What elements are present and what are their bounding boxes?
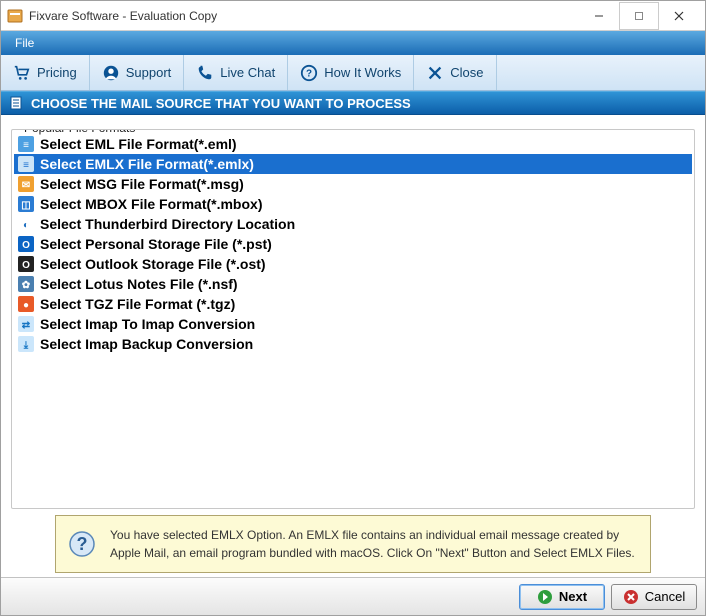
svg-text:O: O bbox=[22, 260, 30, 271]
toolbar-support-label: Support bbox=[126, 65, 172, 80]
window-title: Fixvare Software - Evaluation Copy bbox=[29, 9, 579, 23]
file-mbox-icon: ◫ bbox=[18, 196, 34, 212]
file-emlx-icon: ≡ bbox=[18, 156, 34, 172]
file-format-item-label: Select TGZ File Format (*.tgz) bbox=[40, 296, 235, 312]
svg-text:✉: ✉ bbox=[22, 180, 30, 191]
file-format-item-label: Select Outlook Storage File (*.ost) bbox=[40, 256, 266, 272]
file-format-item-label: Select Lotus Notes File (*.nsf) bbox=[40, 276, 238, 292]
tgz-icon: ● bbox=[18, 296, 34, 312]
phone-icon bbox=[196, 64, 214, 82]
minimize-button[interactable] bbox=[579, 2, 619, 30]
file-msg-icon: ✉ bbox=[18, 176, 34, 192]
file-format-item-label: Select Thunderbird Directory Location bbox=[40, 216, 295, 232]
title-bar: Fixvare Software - Evaluation Copy bbox=[1, 1, 705, 31]
file-format-item[interactable]: O Select Personal Storage File (*.pst) bbox=[14, 234, 692, 254]
cancel-button[interactable]: Cancel bbox=[611, 584, 697, 610]
toolbar-pricing-label: Pricing bbox=[37, 65, 77, 80]
outlook-pst-icon: O bbox=[18, 236, 34, 252]
svg-text:≡: ≡ bbox=[23, 160, 29, 171]
menu-bar: File bbox=[1, 31, 705, 55]
svg-text:◐: ◐ bbox=[23, 220, 29, 231]
svg-text:◫: ◫ bbox=[21, 200, 30, 211]
thunderbird-icon: ◐ bbox=[18, 216, 34, 232]
file-format-item-label: Select Imap To Imap Conversion bbox=[40, 316, 255, 332]
close-window-button[interactable] bbox=[659, 2, 699, 30]
file-format-item-label: Select Personal Storage File (*.pst) bbox=[40, 236, 272, 252]
file-format-item-label: Select MBOX File Format(*.mbox) bbox=[40, 196, 262, 212]
next-icon bbox=[537, 589, 553, 605]
cancel-icon bbox=[623, 589, 639, 605]
next-button-label: Next bbox=[559, 589, 587, 604]
toolbar-pricing-button[interactable]: Pricing bbox=[1, 55, 90, 90]
file-format-item-label: Select EML File Format(*.eml) bbox=[40, 136, 237, 152]
file-format-item-label: Select Imap Backup Conversion bbox=[40, 336, 253, 352]
toolbar-support-button[interactable]: Support bbox=[90, 55, 185, 90]
svg-text:●: ● bbox=[23, 300, 29, 311]
file-format-item[interactable]: ● Select TGZ File Format (*.tgz) bbox=[14, 294, 692, 314]
app-icon bbox=[7, 8, 23, 24]
svg-text:⇄: ⇄ bbox=[22, 320, 31, 331]
svg-text:⤓: ⤓ bbox=[23, 340, 29, 351]
info-text: You have selected EMLX Option. An EMLX f… bbox=[110, 526, 638, 562]
close-icon bbox=[426, 64, 444, 82]
next-button[interactable]: Next bbox=[519, 584, 605, 610]
toolbar-livechat-label: Live Chat bbox=[220, 65, 275, 80]
file-format-item[interactable]: ◐ Select Thunderbird Directory Location bbox=[14, 214, 692, 234]
menu-file[interactable]: File bbox=[7, 33, 42, 53]
group-legend: Popular File Formats bbox=[20, 129, 139, 135]
file-format-item[interactable]: ◫ Select MBOX File Format(*.mbox) bbox=[14, 194, 692, 214]
footer: Next Cancel bbox=[1, 577, 705, 615]
section-title: CHOOSE THE MAIL SOURCE THAT YOU WANT TO … bbox=[31, 96, 411, 111]
toolbar-close-button[interactable]: Close bbox=[414, 55, 496, 90]
imap-sync-icon: ⇄ bbox=[18, 316, 34, 332]
document-icon bbox=[9, 96, 23, 110]
info-panel: ? You have selected EMLX Option. An EMLX… bbox=[55, 515, 651, 573]
imap-backup-icon: ⤓ bbox=[18, 336, 34, 352]
headset-icon bbox=[102, 64, 120, 82]
toolbar-howitworks-button[interactable]: ? How It Works bbox=[288, 55, 414, 90]
toolbar-livechat-button[interactable]: Live Chat bbox=[184, 55, 288, 90]
info-icon: ? bbox=[68, 530, 96, 558]
file-eml-icon: ≡ bbox=[18, 136, 34, 152]
maximize-button[interactable] bbox=[619, 2, 659, 30]
svg-text:?: ? bbox=[306, 68, 312, 79]
svg-text:✿: ✿ bbox=[22, 280, 31, 291]
toolbar-close-label: Close bbox=[450, 65, 483, 80]
file-format-item[interactable]: ✉ Select MSG File Format(*.msg) bbox=[14, 174, 692, 194]
file-format-item-label: Select MSG File Format(*.msg) bbox=[40, 176, 244, 192]
file-format-item[interactable]: ≡ Select EML File Format(*.eml) bbox=[14, 134, 692, 154]
question-icon: ? bbox=[300, 64, 318, 82]
file-format-item-label: Select EMLX File Format(*.emlx) bbox=[40, 156, 254, 172]
file-format-list: ≡ Select EML File Format(*.eml) ≡ Select EM… bbox=[14, 134, 692, 354]
window-controls bbox=[579, 2, 699, 30]
file-format-item[interactable]: ⇄ Select Imap To Imap Conversion bbox=[14, 314, 692, 334]
file-format-item[interactable]: ✿ Select Lotus Notes File (*.nsf) bbox=[14, 274, 692, 294]
file-format-item[interactable]: ≡ Select EMLX File Format(*.emlx) bbox=[14, 154, 692, 174]
svg-text:?: ? bbox=[77, 534, 88, 554]
outlook-ost-icon: O bbox=[18, 256, 34, 272]
file-formats-group: Popular File Formats ≡ Select EML File Fo… bbox=[11, 129, 695, 509]
lotus-notes-icon: ✿ bbox=[18, 276, 34, 292]
file-format-item[interactable]: O Select Outlook Storage File (*.ost) bbox=[14, 254, 692, 274]
svg-text:≡: ≡ bbox=[23, 140, 29, 151]
svg-text:O: O bbox=[22, 240, 30, 251]
file-format-item[interactable]: ⤓ Select Imap Backup Conversion bbox=[14, 334, 692, 354]
cancel-button-label: Cancel bbox=[645, 589, 685, 604]
toolbar: Pricing Support Live Chat ? How It Works… bbox=[1, 55, 705, 91]
cart-icon bbox=[13, 64, 31, 82]
section-header: CHOOSE THE MAIL SOURCE THAT YOU WANT TO … bbox=[1, 91, 705, 115]
toolbar-howitworks-label: How It Works bbox=[324, 65, 401, 80]
main-content: Popular File Formats ≡ Select EML File Fo… bbox=[1, 115, 705, 577]
